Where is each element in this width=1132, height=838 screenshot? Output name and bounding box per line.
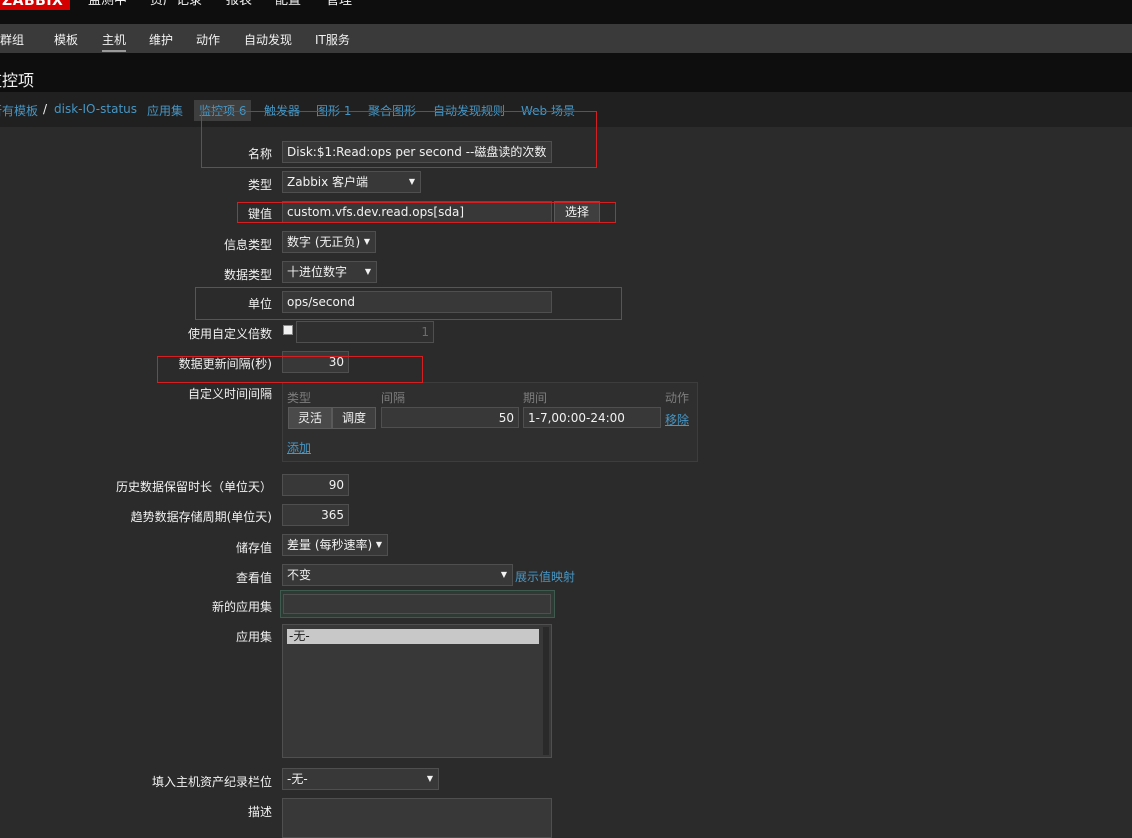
type-label: 类型 (247, 178, 272, 192)
new-app-label: 新的应用集 (211, 600, 272, 614)
store-value-select[interactable]: 差量 (每秒速率) ▼ (282, 534, 388, 556)
subnav-it-services[interactable]: IT服务 (315, 31, 350, 48)
multiplier-label: 使用自定义倍数 (187, 327, 272, 341)
show-value-mapping-link[interactable]: 展示值映射 (515, 568, 575, 585)
tab-screens[interactable]: 聚合图形 (368, 102, 416, 119)
tab-discovery-rules[interactable]: 自动发现规则 (433, 102, 505, 119)
chevron-down-icon: ▼ (364, 267, 371, 276)
trends-input[interactable]: 365 (282, 504, 349, 526)
ci-add-link[interactable]: 添加 (287, 439, 311, 456)
apps-label: 应用集 (235, 630, 272, 644)
trends-label: 趋势数据存储周期(单位天) (130, 510, 272, 524)
tab-graphs[interactable]: 图形 1 (316, 102, 351, 119)
tab-items[interactable]: 监控项 6 (194, 100, 252, 121)
description-label: 描述 (247, 805, 272, 819)
show-value-select[interactable]: 不变 ▼ (282, 564, 513, 586)
topnav-administration[interactable]: 管理 (326, 0, 352, 9)
multiplier-checkbox[interactable] (283, 325, 293, 335)
ci-header-period: 期间 (523, 391, 548, 405)
subnav-hosts[interactable]: 主机 (102, 31, 127, 52)
topnav-monitoring[interactable]: 监测中 (88, 0, 127, 9)
multiplier-input[interactable]: 1 (296, 321, 434, 343)
type-select-value: Zabbix 客户端 (287, 175, 369, 189)
apps-listbox[interactable]: -无- (282, 624, 552, 758)
breadcrumb-tabs: 所有模板 / disk-IO-status 应用集 监控项 6 触发器 图形 1… (0, 92, 1132, 127)
ci-header-action: 动作 (665, 391, 690, 405)
store-value-value: 差量 (每秒速率) (287, 538, 373, 552)
top-nav-bar: ZABBIX 监测中 资产记录 报表 配置 管理 (0, 0, 1132, 24)
chevron-down-icon: ▼ (363, 237, 370, 246)
info-type-value: 数字 (无正负) (287, 235, 361, 249)
tab-triggers[interactable]: 触发器 (264, 102, 300, 119)
interval-input[interactable]: 30 (282, 351, 349, 373)
ci-header-interval: 间隔 (381, 391, 406, 405)
ci-header-type: 类型 (287, 391, 312, 405)
key-label: 键值 (247, 207, 272, 221)
chevron-down-icon: ▼ (426, 774, 433, 783)
info-type-label: 信息类型 (223, 238, 272, 252)
data-type-select[interactable]: 十进位数字 ▼ (282, 261, 377, 283)
sub-nav-bar: 机群组 模板 主机 维护 动作 自动发现 IT服务 (0, 24, 1132, 53)
new-app-field-wrapper (280, 590, 555, 618)
custom-intervals-label: 自定义时间间隔 (187, 387, 272, 401)
topnav-inventory[interactable]: 资产记录 (150, 0, 202, 9)
ci-type-flexible-button[interactable]: 灵活 (288, 407, 332, 429)
page-title: 监控项 (0, 71, 35, 90)
breadcrumb-host[interactable]: disk-IO-status (54, 102, 137, 116)
store-value-label: 储存值 (235, 541, 272, 555)
subnav-discovery[interactable]: 自动发现 (244, 31, 292, 48)
type-select[interactable]: Zabbix 客户端 ▼ (282, 171, 421, 193)
inventory-label: 填入主机资产纪录栏位 (151, 775, 272, 789)
data-type-value: 十进位数字 (287, 265, 348, 279)
new-app-input[interactable] (283, 594, 551, 614)
ci-interval-input[interactable]: 50 (381, 407, 519, 428)
history-label: 历史数据保留时长（单位天） (115, 480, 272, 494)
data-type-label: 数据类型 (223, 268, 272, 282)
topnav-reports[interactable]: 报表 (226, 0, 252, 9)
history-input[interactable]: 90 (282, 474, 349, 496)
name-input[interactable]: Disk:$1:Read:ops per second --磁盘读的次数 (282, 141, 552, 163)
show-value-label: 查看值 (235, 571, 272, 585)
tab-applications[interactable]: 应用集 (147, 102, 183, 119)
breadcrumb-separator: / (43, 102, 48, 116)
zabbix-logo[interactable]: ZABBIX (0, 0, 70, 10)
chevron-down-icon: ▼ (375, 540, 382, 549)
ci-type-scheduling-button[interactable]: 调度 (332, 407, 376, 429)
info-type-select[interactable]: 数字 (无正负) ▼ (282, 231, 376, 253)
subnav-actions[interactable]: 动作 (196, 31, 220, 48)
interval-label: 数据更新间隔(秒) (178, 357, 272, 371)
ci-period-input[interactable]: 1-7,00:00-24:00 (523, 407, 661, 428)
key-select-button[interactable]: 选择 (554, 201, 600, 223)
units-input[interactable]: ops/second (282, 291, 552, 313)
inventory-value: -无- (287, 772, 308, 786)
ci-remove-link[interactable]: 移除 (665, 411, 689, 428)
breadcrumb-all-templates[interactable]: 所有模板 (0, 102, 38, 119)
show-value-value: 不变 (287, 568, 312, 582)
subnav-host-groups[interactable]: 机群组 (0, 31, 24, 48)
subnav-maintenance[interactable]: 维护 (149, 31, 173, 48)
subnav-templates[interactable]: 模板 (54, 31, 78, 48)
inventory-select[interactable]: -无- ▼ (282, 768, 439, 790)
key-input[interactable]: custom.vfs.dev.read.ops[sda] (282, 201, 552, 223)
units-label: 单位 (247, 297, 272, 311)
apps-option-none[interactable]: -无- (287, 629, 539, 644)
apps-scrollbar[interactable] (543, 627, 549, 755)
topnav-configuration[interactable]: 配置 (275, 0, 301, 9)
name-label: 名称 (247, 147, 272, 161)
description-textarea[interactable] (282, 798, 552, 838)
chevron-down-icon: ▼ (500, 570, 507, 579)
chevron-down-icon: ▼ (408, 177, 415, 186)
custom-intervals-table: 类型 间隔 期间 动作 灵活 调度 50 1-7,00:00-24:00 移除 … (282, 382, 698, 462)
title-bar: 监控项 (0, 53, 1132, 92)
tab-web-scenarios[interactable]: Web 场景 (521, 102, 575, 119)
